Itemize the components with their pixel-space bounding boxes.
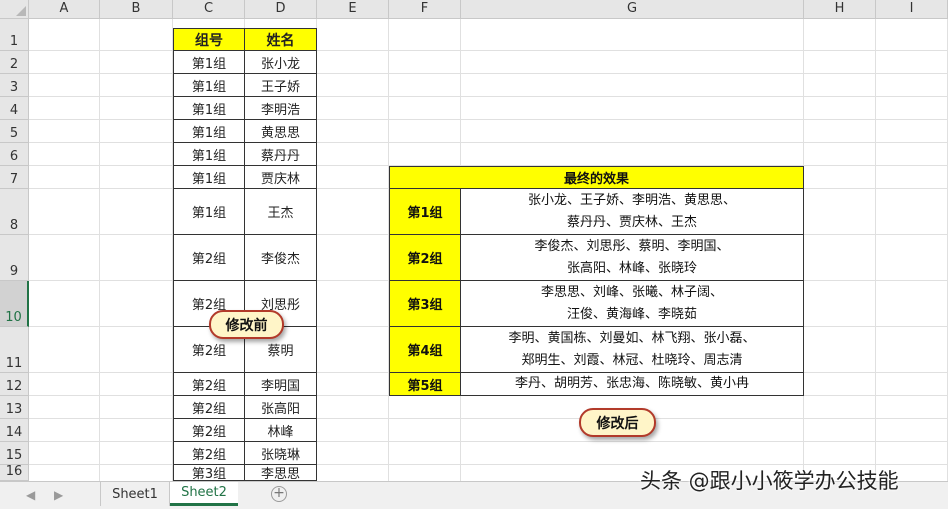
row-header-13[interactable]: 13 [0, 396, 29, 419]
row-header-4[interactable]: 4 [0, 97, 29, 120]
column-header-h[interactable]: H [804, 0, 876, 19]
name-cell[interactable]: 王子娇 [245, 74, 317, 97]
add-sheet-icon[interactable]: + [271, 486, 287, 502]
gridline-horizontal [29, 142, 948, 143]
name-cell[interactable]: 蔡丹丹 [245, 143, 317, 166]
row-header-15[interactable]: 15 [0, 442, 29, 465]
row-header-7[interactable]: 7 [0, 166, 29, 189]
gridline-horizontal [29, 96, 948, 97]
result-members-line: 李思思、刘峰、张曦、林子阔、 [540, 284, 723, 300]
group-cell[interactable]: 第2组 [173, 419, 245, 442]
group-cell[interactable]: 第3组 [173, 465, 245, 482]
row-header-9[interactable]: 9 [0, 235, 29, 281]
header-group-number[interactable]: 组号 [173, 28, 245, 51]
row-header-5[interactable]: 5 [0, 120, 29, 143]
group-cell[interactable]: 第1组 [173, 120, 245, 143]
result-members-line: 汪俊、黄海峰、李晓茹 [566, 306, 697, 322]
row-header-2[interactable]: 2 [0, 51, 29, 74]
column-header-f[interactable]: F [389, 0, 461, 19]
name-cell[interactable]: 张晓琳 [245, 442, 317, 465]
column-header-a[interactable]: A [29, 0, 100, 19]
result-group-label[interactable]: 第2组 [389, 235, 461, 281]
name-cell[interactable]: 黄思思 [245, 120, 317, 143]
result-group-members[interactable]: 李明、黄国栋、刘曼如、林飞翔、张小磊、 郑明生、刘霞、林冠、杜晓玲、周志清 [461, 327, 804, 373]
tab-sheet1[interactable]: Sheet1 [100, 482, 170, 506]
prev-sheet-icon[interactable]: ◀ [26, 488, 35, 502]
name-cell[interactable]: 林峰 [245, 419, 317, 442]
name-cell[interactable]: 王杰 [245, 189, 317, 235]
result-group-label[interactable]: 第5组 [389, 373, 461, 396]
row-header-3[interactable]: 3 [0, 74, 29, 97]
result-group-members[interactable]: 李思思、刘峰、张曦、林子阔、 汪俊、黄海峰、李晓茹 [461, 281, 804, 327]
group-cell[interactable]: 第2组 [173, 396, 245, 419]
result-group-members[interactable]: 李丹、胡明芳、张忠海、陈晓敏、黄小冉 [461, 373, 804, 396]
result-members-line: 张高阳、林峰、张晓玲 [566, 260, 697, 276]
result-members-line: 李明、黄国栋、刘曼如、林飞翔、张小磊、 [508, 330, 756, 346]
column-header-i[interactable]: I [876, 0, 948, 19]
column-header-c[interactable]: C [173, 0, 245, 19]
name-cell[interactable]: 贾庆林 [245, 166, 317, 189]
watermark-text: 头条 @跟小小筱学办公技能 [640, 469, 899, 493]
gridline-horizontal [29, 441, 948, 442]
row-header-12[interactable]: 12 [0, 373, 29, 396]
group-cell[interactable]: 第1组 [173, 143, 245, 166]
result-group-label[interactable]: 第4组 [389, 327, 461, 373]
header-name[interactable]: 姓名 [245, 28, 317, 51]
group-cell[interactable]: 第1组 [173, 166, 245, 189]
gridline-horizontal [29, 119, 948, 120]
group-cell[interactable]: 第1组 [173, 74, 245, 97]
result-group-members[interactable]: 张小龙、王子娇、李明浩、黄思思、 蔡丹丹、贾庆林、王杰 [461, 189, 804, 235]
group-cell[interactable]: 第1组 [173, 97, 245, 120]
row-header-1[interactable]: 1 [0, 19, 29, 51]
row-header-6[interactable]: 6 [0, 143, 29, 166]
name-cell[interactable]: 李明浩 [245, 97, 317, 120]
column-header-e[interactable]: E [317, 0, 389, 19]
result-group-label[interactable]: 第1组 [389, 189, 461, 235]
group-cell[interactable]: 第1组 [173, 51, 245, 74]
group-cell[interactable]: 第2组 [173, 373, 245, 396]
name-cell[interactable]: 李俊杰 [245, 235, 317, 281]
next-sheet-icon[interactable]: ▶ [54, 488, 63, 502]
group-cell[interactable]: 第2组 [173, 442, 245, 465]
result-title[interactable]: 最终的效果 [389, 166, 804, 189]
tab-sheet2[interactable]: Sheet2 [170, 482, 238, 506]
before-callout: 修改前 [209, 310, 284, 339]
result-members-line: 李丹、胡明芳、张忠海、陈晓敏、黄小冉 [514, 376, 749, 391]
name-cell[interactable]: 张小龙 [245, 51, 317, 74]
select-all-icon [16, 6, 26, 16]
result-members-line: 蔡丹丹、贾庆林、王杰 [566, 214, 697, 230]
name-cell[interactable]: 李思思 [245, 465, 317, 482]
select-all-corner[interactable] [0, 0, 29, 19]
name-cell[interactable]: 李明国 [245, 373, 317, 396]
gridline-vertical [875, 19, 876, 481]
result-members-line: 李俊杰、刘思彤、蔡明、李明国、 [534, 238, 730, 254]
row-header-11[interactable]: 11 [0, 327, 29, 373]
after-callout: 修改后 [579, 408, 656, 437]
result-group-label[interactable]: 第3组 [389, 281, 461, 327]
row-header-10[interactable]: 10 [0, 281, 29, 327]
row-header-8[interactable]: 8 [0, 189, 29, 235]
result-members-line: 张小龙、王子娇、李明浩、黄思思、 [527, 192, 736, 208]
result-members-line: 郑明生、刘霞、林冠、杜晓玲、周志清 [521, 352, 743, 368]
group-cell[interactable]: 第2组 [173, 235, 245, 281]
group-cell[interactable]: 第1组 [173, 189, 245, 235]
gridline-horizontal [29, 73, 948, 74]
gridline-vertical [99, 19, 100, 481]
gridline-horizontal [29, 50, 948, 51]
gridline-horizontal [29, 418, 948, 419]
column-header-d[interactable]: D [245, 0, 317, 19]
name-cell[interactable]: 张高阳 [245, 396, 317, 419]
row-header-16[interactable]: 16 [0, 464, 29, 481]
row-header-14[interactable]: 14 [0, 419, 29, 442]
column-header-b[interactable]: B [100, 0, 173, 19]
column-header-g[interactable]: G [461, 0, 804, 19]
result-group-members[interactable]: 李俊杰、刘思彤、蔡明、李明国、 张高阳、林峰、张晓玲 [461, 235, 804, 281]
